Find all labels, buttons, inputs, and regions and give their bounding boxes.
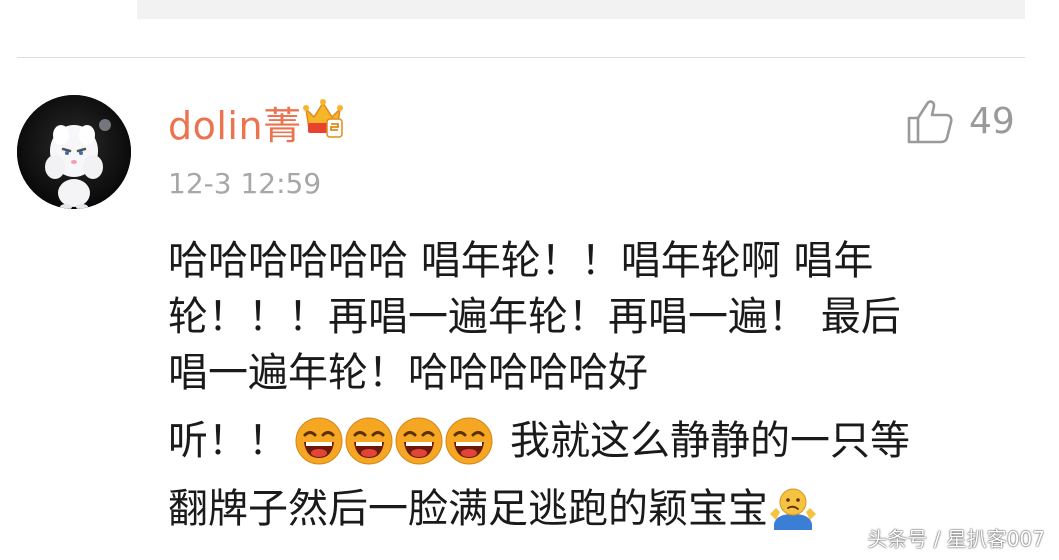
avatar[interactable] <box>17 95 131 209</box>
comment-line: 哈哈哈哈哈哈 唱年轮！！唱年轮啊 唱年 <box>168 238 874 284</box>
thumbs-up-icon <box>907 100 953 144</box>
crown-vip-icon[interactable] <box>300 95 346 141</box>
comment-text: 哈哈哈哈哈哈 唱年轮！！唱年轮啊 唱年 轮！！！再唱一遍年轮！再唱一遍！ 最后 … <box>168 233 998 537</box>
watermark: 头条号 / 星扒客007 <box>867 527 1045 551</box>
username[interactable]: dolin菁 <box>168 96 302 148</box>
comment-line: 唱一遍年轮！哈哈哈哈哈好 <box>168 350 648 396</box>
like-count: 49 <box>969 100 1015 142</box>
divider <box>17 57 1025 58</box>
like-button[interactable]: 49 <box>905 92 1025 150</box>
comment-fragment: 听！！ <box>168 418 288 464</box>
comment-line: 轮！！！再唱一遍年轮！再唱一遍！ 最后 <box>168 294 901 340</box>
comment-fragment: 翻牌子然后一脸满足逃跑的颖宝宝 <box>168 486 768 532</box>
rabbit-avatar-image <box>17 95 131 209</box>
comment-fragment: 我就这么静静的一只等 <box>510 418 910 464</box>
shrug-emoji <box>768 484 818 534</box>
previous-comment-block <box>137 0 1025 19</box>
comment-timestamp: 12-3 12:59 <box>168 166 322 200</box>
laughing-emoji <box>394 416 444 466</box>
laughing-emoji <box>344 416 394 466</box>
comment-line: 听！！ 我就这么静静的一只等 <box>168 413 998 469</box>
laughing-emoji <box>294 416 344 466</box>
laughing-emoji <box>444 416 494 466</box>
